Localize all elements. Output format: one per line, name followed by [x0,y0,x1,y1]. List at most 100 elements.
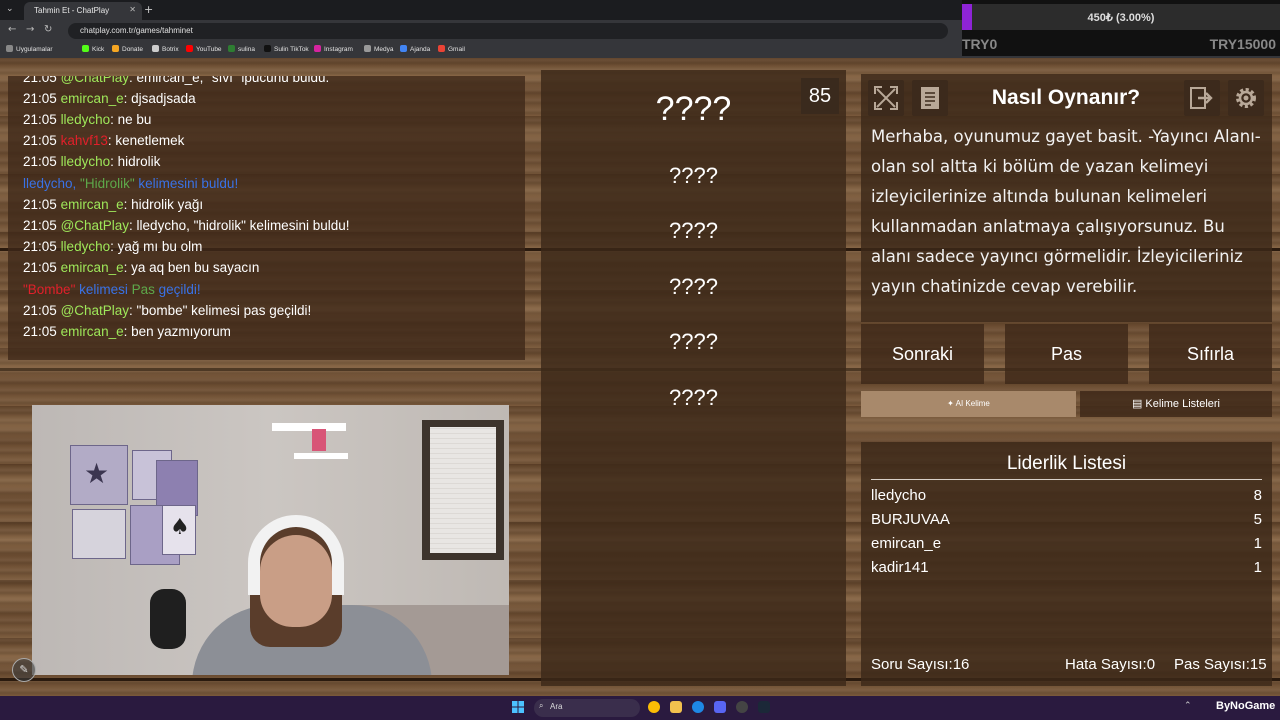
donation-progress-bar: 450₺ (3.00%) [962,4,1280,30]
forbidden-word: ???? [669,274,718,299]
url-field[interactable]: chatplay.com.tr/games/tahminet [68,23,948,39]
bookmark-youtube[interactable]: YouTube [186,45,222,53]
forbidden-word: ???? [669,385,718,410]
chat-username: emircan_e [60,324,124,339]
how-to-play-text: Merhaba, oyunumuz gayet basit. -Yayıncı … [871,127,1261,296]
forward-icon[interactable]: → [26,24,34,35]
list-icon: ▤ [1131,398,1146,410]
browser-tab[interactable]: Tahmin Et - ChatPlay ✕ [24,2,142,20]
chat-line: 21:05 @ChatPlay: lledycho, "hidrolik" ke… [23,218,350,233]
leaderboard-row: kadir141 1 [871,559,1262,576]
file-explorer-icon[interactable] [670,701,682,713]
fullscreen-icon [874,86,898,110]
taskbar-search[interactable]: ⌕ Ara [534,699,640,717]
chat-username: @ChatPlay [60,76,130,85]
chat-username: emircan_e [60,260,124,275]
leaderboard-title: Liderlik Listesi [1006,453,1127,474]
donation-progress-text: 450₺ (3.00%) [1087,12,1155,24]
main-word: ???? [655,90,732,128]
leaderboard-row: lledycho 8 [871,487,1262,504]
bookmark-donate[interactable]: Donate [112,45,143,53]
chat-line: 21:05 emircan_e: ya aq ben bu sayacın [23,260,260,275]
chat-line: 21:05 lledycho: yağ mı bu olm [23,239,203,254]
chat-system-line: "Bombe" kelimesi Pas geçildi! [23,282,201,297]
chat-line: 21:05 lledycho: ne bu [23,112,152,127]
question-count: Soru Sayısı:16 [871,656,970,673]
back-icon[interactable]: ← [8,24,16,35]
star-icon: ★ [84,457,110,490]
settings-button[interactable] [1228,80,1264,116]
close-icon[interactable]: ✕ [129,5,136,14]
obs-icon[interactable] [736,701,748,713]
exit-button[interactable] [1184,80,1220,116]
steam-icon[interactable] [758,701,770,713]
how-to-play-title: Nasıl Oynanır? [991,86,1141,109]
ai-icon: ✦ [947,399,956,408]
chat-username: @ChatPlay [60,303,130,318]
fullscreen-button[interactable] [868,80,904,116]
window-blind [430,427,496,553]
chat-line: 21:05 emircan_e: hidrolik yağı [23,197,204,212]
edit-icon[interactable]: ✎ [12,658,36,682]
webcam-feed: ★ ♠ [32,405,509,675]
chat-system-line: lledycho, "Hidrolik" kelimesini buldu! [23,176,239,191]
bookmark-sulina[interactable]: sulina [228,45,255,53]
tray-chevron-icon[interactable]: ⌃ [1184,701,1192,711]
chat-line: 21:05 emircan_e: ben yazmıyorum [23,324,231,339]
windows-start-icon[interactable] [512,701,524,713]
brand-watermark: ByNoGame [1216,700,1276,712]
chat-panel: 21:05 @ChatPlay: emircan_e, "sıvı" ipucu… [8,76,525,360]
bookmark-gmail[interactable]: Gmail [438,45,465,53]
discord-icon[interactable] [714,701,726,713]
bookmark-botrix[interactable]: Botrix [152,45,179,53]
taskbar: ⌕ Ara ⌃ ByNoGame [0,696,1280,720]
next-button[interactable]: Sonraki [861,324,984,384]
chat-line: 21:05 kahvf13: kenetlemek [23,133,185,148]
chat-username: kahvf13 [60,133,108,148]
chat-username: emircan_e [60,91,124,106]
ai-word-button[interactable]: ✦ AI Kelime [861,391,1076,417]
bookmark-medya[interactable]: Medya [364,45,394,53]
chat-line: 21:05 emircan_e: djsadjsada [23,91,196,106]
chat-username: @ChatPlay [60,218,130,233]
tab-search-icon[interactable]: ⌄ [6,4,14,14]
forbidden-word: ???? [669,329,718,354]
desk-fan [150,589,186,649]
chat-line: 21:05 @ChatPlay: "bombe" kelimesi pas ge… [23,303,312,318]
plant-decor [312,429,326,451]
search-icon: ⌕ [539,701,544,710]
leaderboard-divider [871,479,1262,480]
bookmark-apps[interactable]: Uygulamalar [6,45,53,53]
pass-count: Pas Sayısı:15 [1174,656,1267,673]
chat-username: emircan_e [60,197,124,212]
exit-icon [1190,87,1213,109]
donation-min-label: TRY0 [962,36,998,52]
leaderboard-row: BURJUVAA 5 [871,511,1262,528]
pass-button[interactable]: Pas [1005,324,1128,384]
reset-button[interactable]: Sıfırla [1149,324,1272,384]
chat-line: 21:05 @ChatPlay: emircan_e, "sıvı" ipucu… [23,76,329,85]
chat-username: lledycho [60,154,111,169]
bookmark-kick[interactable]: Kick [82,45,104,53]
bookmark-instagram[interactable]: Instagram [314,45,353,53]
tab-title: Tahmin Et - ChatPlay [34,6,110,15]
word-lists-button[interactable]: ▤ Kelime Listeleri [1080,391,1272,417]
bookmark-ajanda[interactable]: Ajanda [400,45,430,53]
chat-username: lledycho [60,112,111,127]
error-count: Hata Sayısı:0 [1065,656,1156,673]
forbidden-word: ???? [669,163,718,188]
chrome-icon[interactable] [648,701,660,713]
new-tab-icon[interactable]: + [144,3,153,16]
forbidden-word: ???? [669,218,718,243]
reload-icon[interactable]: ↻ [44,24,52,35]
chat-line: 21:05 lledycho: hidrolik [23,154,161,169]
notes-button[interactable] [912,80,948,116]
bookmark-tiktok[interactable]: Sulin TikTok [264,45,309,53]
edge-icon[interactable] [692,701,704,713]
gear-icon [1236,88,1256,108]
notes-icon [921,87,939,109]
leaderboard-row: emircan_e 1 [871,535,1262,552]
chat-username: lledycho [60,239,111,254]
donation-max-label: TRY15000 [1209,36,1276,52]
donation-goal-widget: 450₺ (3.00%) TRY0 TRY15000 [962,0,1280,56]
